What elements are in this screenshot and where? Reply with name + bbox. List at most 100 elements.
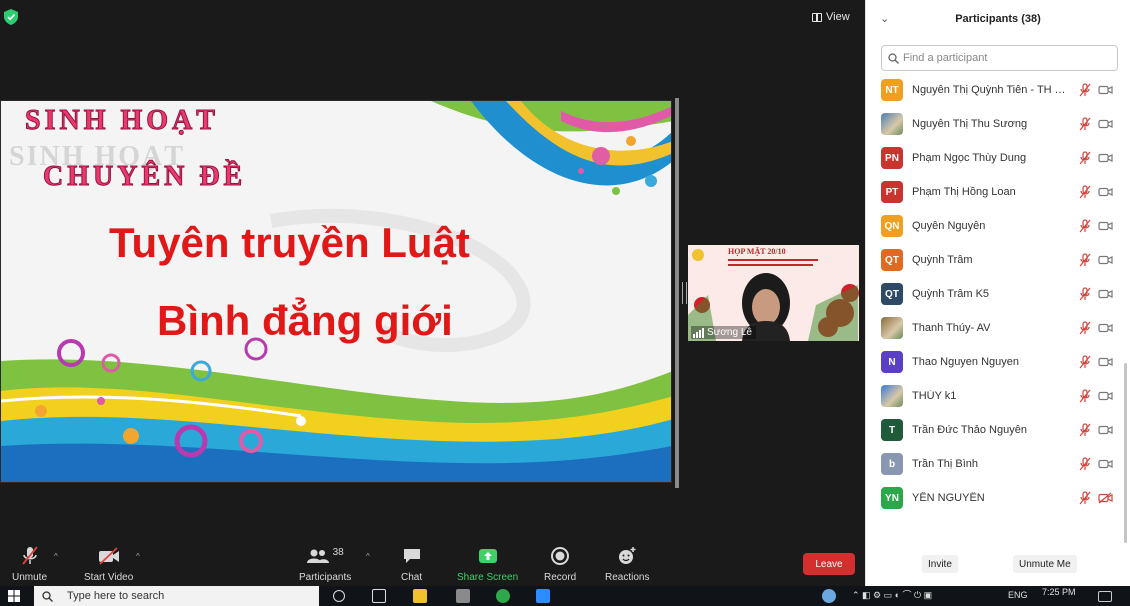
participant-row[interactable]: T Trần Đức Thảo Nguyên xyxy=(866,413,1130,447)
mic-muted-icon[interactable] xyxy=(1078,151,1092,165)
clock[interactable]: 7:25 PM xyxy=(1042,587,1076,597)
notifications-icon[interactable] xyxy=(1098,591,1112,602)
avatar: QT xyxy=(881,283,903,305)
camera-icon[interactable] xyxy=(1098,254,1113,266)
unmute-me-button[interactable]: Unmute Me xyxy=(1013,555,1077,573)
avatar: T xyxy=(881,419,903,441)
shield-icon[interactable] xyxy=(4,9,18,25)
chrome-icon[interactable] xyxy=(496,589,510,603)
participant-row[interactable]: QN Quyên Nguyễn xyxy=(866,209,1130,243)
avatar: PN xyxy=(881,147,903,169)
slide-heading-line1: Tuyên truyền Luật xyxy=(109,219,470,266)
participant-name: THỦY k1 xyxy=(912,390,957,402)
avatar: N xyxy=(881,351,903,373)
camera-icon[interactable] xyxy=(1098,186,1113,198)
participant-name: Thao Nguyen Nguyen xyxy=(912,356,1020,368)
chat-icon xyxy=(403,549,420,563)
video-name-label: Sương Lê xyxy=(691,326,756,339)
participants-count: 38 xyxy=(332,546,344,558)
video-participant-name: Sương Lê xyxy=(707,327,752,338)
participant-name: Nguyễn Thị Thu Sương xyxy=(912,118,1028,130)
invite-button[interactable]: Invite xyxy=(922,555,958,573)
participant-row[interactable]: N Thao Nguyen Nguyen xyxy=(866,345,1130,379)
unmute-button[interactable]: Unmute xyxy=(12,544,47,583)
participant-row[interactable]: PN Phạm Ngọc Thùy Dung xyxy=(866,141,1130,175)
camera-icon[interactable] xyxy=(1098,84,1113,96)
avatar: NT xyxy=(881,79,903,101)
camera-icon[interactable] xyxy=(1098,492,1113,504)
participant-list-scrollbar[interactable] xyxy=(1124,363,1127,543)
participant-row[interactable]: QT Quỳnh Trâm xyxy=(866,243,1130,277)
camera-icon[interactable] xyxy=(1098,390,1113,402)
store-icon[interactable] xyxy=(456,589,470,603)
tray-icons[interactable]: ⌃ ◧ ⚙ ▭ ◐ ⌒ ⏻ ▣ xyxy=(852,588,932,601)
taskbar-search[interactable]: Type here to search xyxy=(34,586,319,606)
zoom-window: View SINH HOẠT SINH HOẠT CHUYÊN ĐỀ Tuyên… xyxy=(0,0,1130,606)
avatar: QT xyxy=(881,249,903,271)
mic-muted-icon[interactable] xyxy=(1078,185,1092,199)
participant-row[interactable]: Thanh Thúy- AV xyxy=(866,311,1130,345)
avatar: QN xyxy=(881,215,903,237)
mic-muted-icon[interactable] xyxy=(1078,321,1092,335)
view-button[interactable]: View xyxy=(812,8,850,26)
mic-muted-icon[interactable] xyxy=(1078,219,1092,233)
mic-muted-icon[interactable] xyxy=(1078,83,1092,97)
camera-icon[interactable] xyxy=(1098,152,1113,164)
mic-muted-icon[interactable] xyxy=(1078,457,1092,471)
zoom-app-icon[interactable] xyxy=(536,589,550,603)
leave-button[interactable]: Leave xyxy=(803,553,855,575)
mic-muted-icon[interactable] xyxy=(1078,253,1092,267)
camera-icon[interactable] xyxy=(1098,220,1113,232)
participants-button[interactable]: 38 Participants xyxy=(299,544,351,584)
participant-row[interactable]: b Trần Thị Bình xyxy=(866,447,1130,481)
participant-row[interactable]: YN YẾN NGUYÊN xyxy=(866,481,1130,515)
camera-icon[interactable] xyxy=(1098,322,1113,334)
participant-name: Thanh Thúy- AV xyxy=(912,322,991,334)
participant-name: Nguyễn Thị Quỳnh Tiên - TH Th... xyxy=(912,84,1072,96)
camera-icon[interactable] xyxy=(1098,356,1113,368)
participant-row[interactable]: Nguyễn Thị Thu Sương xyxy=(866,107,1130,141)
participant-name: Trần Đức Thảo Nguyên xyxy=(912,424,1027,436)
participant-name: Quyên Nguyễn xyxy=(912,220,986,232)
search-input[interactable] xyxy=(903,52,1103,64)
video-tile[interactable]: HỌP MẶT 20/10 Sương Lê xyxy=(688,245,859,341)
participants-options-caret[interactable]: ^ xyxy=(366,552,370,561)
mic-muted-icon[interactable] xyxy=(1078,287,1092,301)
share-divider xyxy=(675,98,679,488)
audio-options-caret[interactable]: ^ xyxy=(54,552,58,561)
task-view-icon[interactable] xyxy=(372,589,386,603)
mic-muted-icon[interactable] xyxy=(1078,117,1092,131)
participants-panel: ⌄ Participants (38) NTNguyễn Thị Quỳnh T… xyxy=(865,0,1130,586)
camera-icon[interactable] xyxy=(1098,118,1113,130)
mic-muted-icon[interactable] xyxy=(1078,491,1092,505)
participant-search[interactable] xyxy=(881,45,1118,71)
video-options-caret[interactable]: ^ xyxy=(136,552,140,561)
cortana-icon[interactable] xyxy=(333,590,345,602)
file-explorer-icon[interactable] xyxy=(413,589,427,603)
weather-icon[interactable] xyxy=(822,589,836,603)
camera-icon[interactable] xyxy=(1098,424,1113,436)
chat-button[interactable]: Chat xyxy=(401,544,422,583)
participant-row[interactable]: THỦY k1 xyxy=(866,379,1130,413)
mic-muted-icon[interactable] xyxy=(1078,355,1092,369)
mic-muted-icon[interactable] xyxy=(1078,389,1092,403)
participant-row[interactable]: QT Quỳnh Trâm K5 xyxy=(866,277,1130,311)
share-screen-button[interactable]: Share Screen xyxy=(457,544,518,583)
mic-muted-icon[interactable] xyxy=(1078,423,1092,437)
slide-heading-line2: Bình đẳng giới xyxy=(157,297,453,344)
participant-name: YẾN NGUYÊN xyxy=(912,492,985,504)
reactions-button[interactable]: Reactions xyxy=(605,544,649,583)
share-screen-label: Share Screen xyxy=(457,572,519,583)
reactions-icon xyxy=(619,547,636,564)
view-label: View xyxy=(826,11,850,23)
windows-start-icon[interactable] xyxy=(8,590,20,602)
start-video-button[interactable]: Start Video xyxy=(84,544,133,583)
camera-icon[interactable] xyxy=(1098,458,1113,470)
language-indicator[interactable]: ENG xyxy=(1008,590,1028,600)
resize-handle[interactable] xyxy=(682,282,687,304)
camera-icon[interactable] xyxy=(1098,288,1113,300)
participant-row[interactable]: NT Nguyễn Thị Quỳnh Tiên - TH Th... xyxy=(866,73,1130,107)
participant-row[interactable]: PT Phạm Thị Hồng Loan xyxy=(866,175,1130,209)
windows-taskbar: Type here to search ⌃ ◧ ⚙ ▭ ◐ ⌒ ⏻ ▣ ENG … xyxy=(0,586,1130,606)
record-button[interactable]: Record xyxy=(544,544,576,583)
